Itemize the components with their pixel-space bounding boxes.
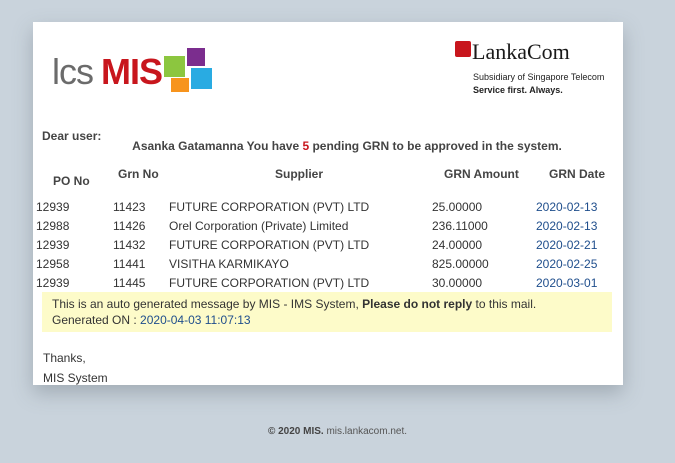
notice-do-not-reply: Please do not reply [362, 297, 473, 311]
lankacom-logo: LankaCom Subsidiary of Singapore Telecom… [455, 39, 615, 99]
header-grn-date: GRN Date [549, 167, 606, 181]
cell-grn-amount: 25.00000 [432, 200, 483, 214]
footer-copyright: © 2020 MIS. [267, 426, 324, 437]
logo-square-green [164, 56, 185, 77]
logo-mis-text: MIS [101, 51, 163, 92]
cell-po-no: 12958 [36, 257, 70, 271]
cell-grn-no: 11432 [113, 238, 146, 252]
table-row: 12958 11441 VISITHA KARMIKAYO 825.00000 … [33, 257, 623, 276]
cell-grn-no: 11445 [113, 276, 146, 290]
pending-message: Asanka Gatamanna You have 5 pending GRN … [33, 139, 623, 153]
logo-square-orange [171, 78, 189, 92]
cell-po-no: 12939 [36, 200, 70, 214]
signoff-thanks: Thanks, [43, 351, 86, 365]
cell-supplier: FUTURE CORPORATION (PVT) LTD [169, 238, 370, 252]
notice-line-1: This is an auto generated message by MIS… [52, 296, 602, 312]
table-row: 12939 11423 FUTURE CORPORATION (PVT) LTD… [33, 200, 623, 219]
cell-supplier: FUTURE CORPORATION (PVT) LTD [169, 200, 370, 214]
cell-grn-no: 11426 [113, 219, 146, 233]
cell-grn-amount: 825.00000 [432, 257, 489, 271]
cell-grn-amount: 236.11000 [432, 219, 488, 233]
cell-grn-no: 11423 [113, 200, 146, 214]
message-before: Asanka Gatamanna You have [132, 139, 303, 153]
signoff-sender: MIS System [43, 371, 108, 385]
header-grn-no: Grn No [118, 167, 159, 181]
cell-supplier: Orel Corporation (Private) Limited [169, 219, 349, 233]
message-after: pending GRN to be approved in the system… [309, 139, 562, 153]
generated-label: Generated ON : [52, 313, 141, 327]
signoff: Thanks, MIS System [43, 348, 108, 388]
notice-text-end: to this mail. [472, 297, 537, 311]
page: { "header": { "logo_left_part1": "lcs", … [0, 0, 675, 463]
header-grn-amount: GRN Amount [444, 167, 519, 181]
notice-text-start: This is an auto generated message by MIS… [52, 297, 363, 311]
cell-grn-amount: 24.00000 [432, 238, 483, 252]
table-row: 12939 11432 FUTURE CORPORATION (PVT) LTD… [33, 238, 623, 257]
header-po-no: PO No [53, 174, 90, 188]
logo-square-blue [191, 68, 212, 89]
lankacom-mark-icon [455, 41, 471, 57]
cell-grn-date[interactable]: 2020-02-21 [536, 238, 597, 252]
cell-grn-date[interactable]: 2020-02-25 [536, 257, 597, 271]
lankacom-subtitle: Subsidiary of Singapore Telecom [473, 72, 605, 82]
logo-lcs-text: lcs [52, 51, 94, 92]
cell-po-no: 12939 [36, 276, 70, 290]
generated-timestamp[interactable]: 2020-04-03 11:07:13 [140, 313, 251, 327]
footer: © 2020 MIS. mis.lankacom.net. [0, 426, 675, 437]
notice-line-2: Generated ON : 2020-04-03 11:07:13 [52, 312, 602, 328]
cell-grn-date[interactable]: 2020-02-13 [536, 200, 597, 214]
lankacom-name: LankaCom [472, 39, 570, 64]
footer-domain-link[interactable]: mis.lankacom.net. [324, 426, 407, 437]
logo-square-purple [187, 48, 205, 66]
cell-supplier: VISITHA KARMIKAYO [169, 257, 289, 271]
cell-po-no: 12988 [36, 219, 70, 233]
cell-grn-no: 11441 [113, 257, 146, 271]
cell-grn-date[interactable]: 2020-03-01 [536, 276, 597, 290]
lankacom-tagline: Service first. Always. [473, 85, 563, 95]
email-card: lcs MIS LankaCom Subsidiary of Singapore… [33, 22, 623, 385]
cell-grn-date[interactable]: 2020-02-13 [536, 219, 597, 233]
cell-grn-amount: 30.00000 [432, 276, 483, 290]
header-supplier: Supplier [275, 167, 324, 181]
cell-supplier: FUTURE CORPORATION (PVT) LTD [169, 276, 370, 290]
table-row: 12988 11426 Orel Corporation (Private) L… [33, 219, 623, 238]
auto-generated-notice: This is an auto generated message by MIS… [42, 292, 612, 332]
cell-po-no: 12939 [36, 238, 70, 252]
